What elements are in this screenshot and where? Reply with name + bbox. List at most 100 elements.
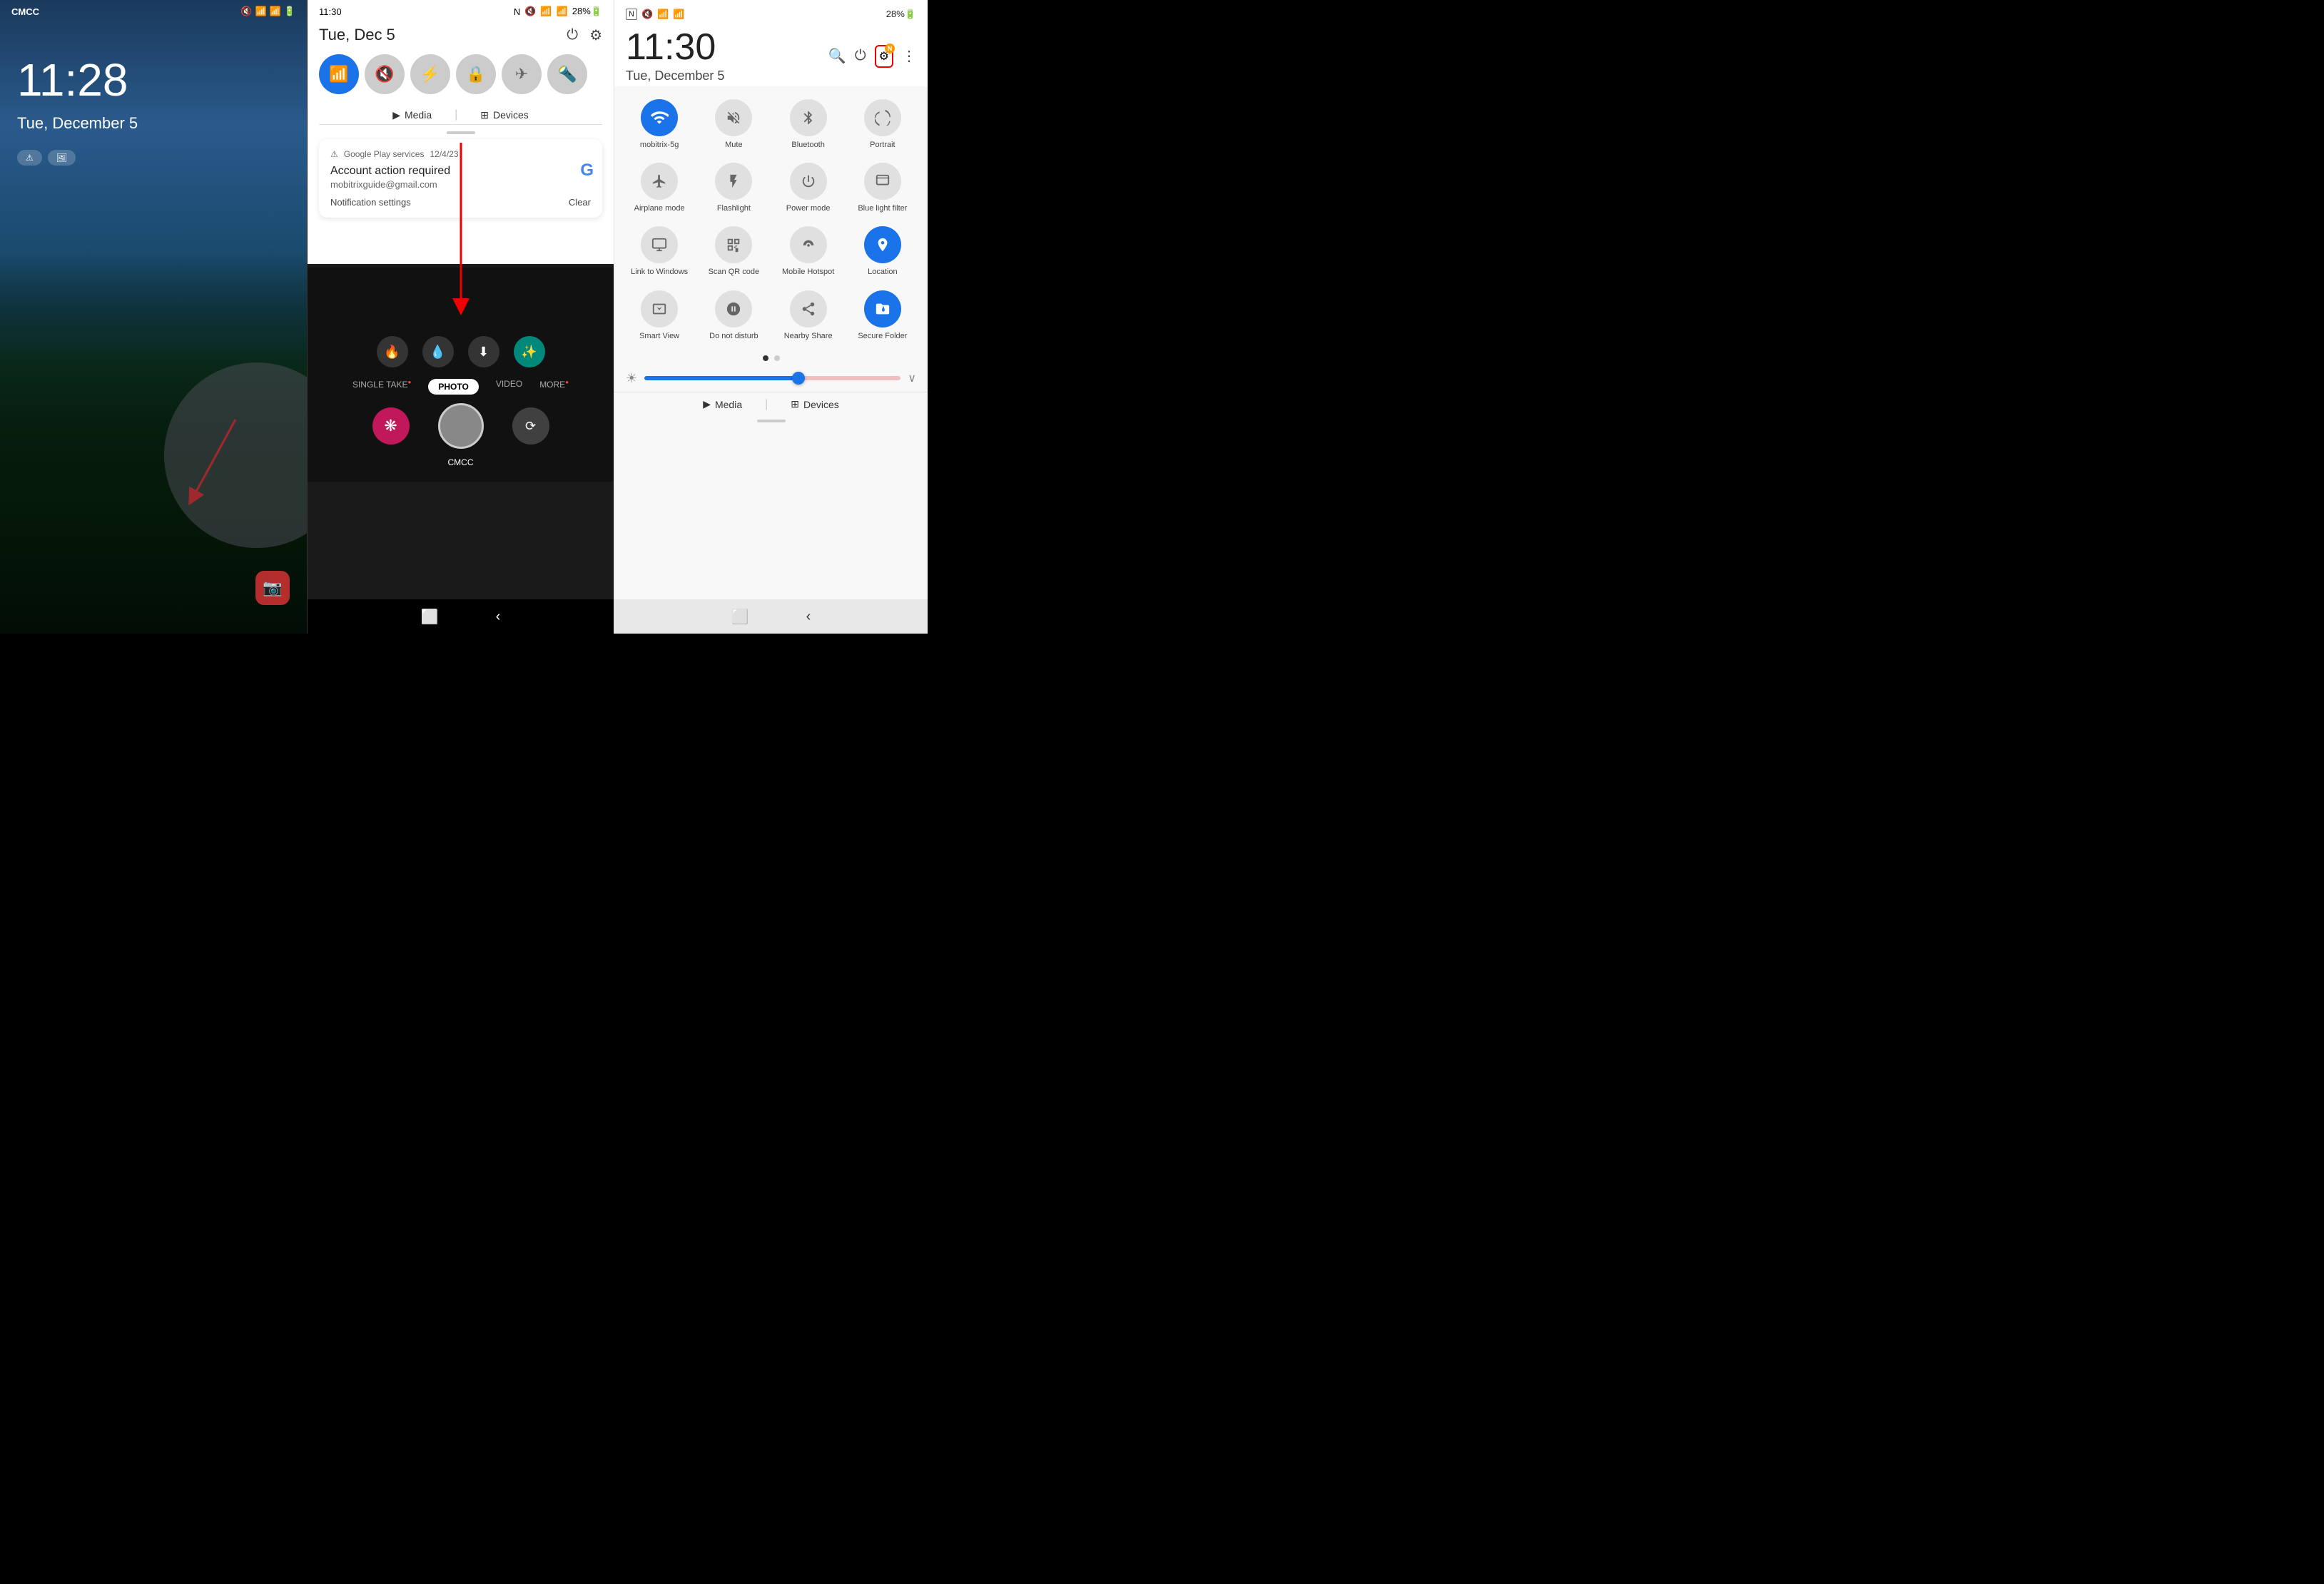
quick-tile-wifi[interactable]: 📶 <box>319 54 359 94</box>
camera-mode-video[interactable]: VIDEO <box>496 379 522 395</box>
qs-dot-1 <box>763 355 768 361</box>
lock-shortcut-alert[interactable]: ⚠ <box>17 150 42 166</box>
notif-mute-icon: 🔇 <box>524 6 536 17</box>
lock-time: 11:28 <box>17 57 128 103</box>
qs-nav-home[interactable]: ⬜ <box>731 608 749 626</box>
nav-back[interactable]: ‹ <box>496 609 501 625</box>
quick-tile-airplane[interactable]: ✈ <box>502 54 542 94</box>
qs-tile-power-mode[interactable]: Power mode <box>772 156 845 218</box>
quick-tile-mute[interactable]: 🔇 <box>365 54 405 94</box>
airplane-tile-icon: ✈ <box>515 65 528 83</box>
brightness-icon: ☀ <box>626 371 637 386</box>
lock-camera-button[interactable]: 📷 <box>255 571 290 605</box>
qs-secure-folder-icon <box>864 290 901 328</box>
notif-wifi-icon: 📶 <box>540 6 552 17</box>
qs-blue-light-icon <box>864 163 901 200</box>
qs-tile-blue-light[interactable]: Blue light filter <box>846 156 919 218</box>
brightness-thumb[interactable] <box>792 372 805 385</box>
notif-divider <box>447 131 475 134</box>
settings-icon[interactable]: ⚙ <box>589 26 602 44</box>
qs-tile-mobile-hotspot[interactable]: Mobile Hotspot <box>772 219 845 281</box>
camera-mode-more[interactable]: MORE● <box>539 379 569 395</box>
qs-tile-bluetooth[interactable]: Bluetooth <box>772 92 845 154</box>
quick-tile-portrait[interactable]: 🔒 <box>456 54 496 94</box>
portrait-tile-icon: 🔒 <box>466 65 485 83</box>
qs-tile-smart-view[interactable]: Smart View <box>623 283 696 345</box>
qs-grid-icon: ⊞ <box>791 398 799 410</box>
qs-search-icon[interactable]: 🔍 <box>828 47 846 65</box>
quick-settings-panel: N 🔇 📶 📶 28%🔋 11:30 Tue, December 5 🔍 ⏻ ⚙… <box>614 0 928 634</box>
qs-mute-label: Mute <box>725 141 742 150</box>
qs-blue-light-label: Blue light filter <box>858 204 907 213</box>
lock-shortcuts: ⚠ 🖼 <box>17 150 76 166</box>
qs-tile-scan-qr[interactable]: Scan QR code <box>697 219 770 281</box>
brightness-slider[interactable] <box>644 376 900 380</box>
camera-mode-photo[interactable]: PHOTO <box>428 379 478 395</box>
flashlight-tile-icon: 🔦 <box>557 65 577 83</box>
camera-mode-single[interactable]: SINGLE TAKE● <box>352 379 411 395</box>
qs-mute-icon <box>715 99 752 136</box>
notif-devices-button[interactable]: ⊞ Devices <box>480 109 529 121</box>
qs-more-icon[interactable]: ⋮ <box>902 47 916 65</box>
qs-tile-mute[interactable]: Mute <box>697 92 770 154</box>
brightness-expand-icon[interactable]: ∨ <box>908 371 916 385</box>
nfc-icon: N <box>514 6 520 17</box>
qs-tile-link-windows[interactable]: Link to Windows <box>623 219 696 281</box>
lock-shortcut-photo[interactable]: 🖼 <box>48 150 76 166</box>
qs-media-devices: ▶ Media | ⊞ Devices <box>614 392 928 417</box>
qs-portrait-icon <box>864 99 901 136</box>
qs-tile-flashlight[interactable]: Flashlight <box>697 156 770 218</box>
qs-dot-2 <box>774 355 780 361</box>
qs-scan-qr-label: Scan QR code <box>709 268 760 277</box>
camera-flip-button[interactable]: ⟳ <box>512 407 549 445</box>
camera-icon-4[interactable]: ✨ <box>514 336 545 367</box>
camera-icon-2[interactable]: 💧 <box>422 336 454 367</box>
qs-tile-nearby-share[interactable]: Nearby Share <box>772 283 845 345</box>
wifi-icon: 📶 <box>255 6 266 17</box>
qs-power-mode-icon <box>790 163 827 200</box>
camera-icon-3[interactable]: ⬇ <box>468 336 499 367</box>
qs-power-mode-label: Power mode <box>786 204 831 213</box>
quick-tile-flashlight[interactable]: 🔦 <box>547 54 587 94</box>
qs-scan-qr-icon <box>715 226 752 263</box>
qs-tile-dnd[interactable]: Do not disturb <box>697 283 770 345</box>
notif-date: Tue, Dec 5 <box>319 26 395 44</box>
notification-panel: 11:30 N 🔇 📶 📶 28%🔋 Tue, Dec 5 ⏻ ⚙ 📶 🔇 ⚡ … <box>307 0 614 634</box>
qs-tile-airplane[interactable]: Airplane mode <box>623 156 696 218</box>
qs-power-icon[interactable]: ⏻ <box>855 48 866 64</box>
down-arrow-annotation <box>447 143 475 321</box>
camera-filter-button[interactable]: ❋ <box>372 407 410 445</box>
power-icon[interactable]: ⏻ <box>567 27 578 44</box>
qs-secure-folder-label: Secure Folder <box>858 332 907 341</box>
camera-icon-1[interactable]: 🔥 <box>377 336 408 367</box>
qs-media-button[interactable]: ▶ Media <box>703 398 742 411</box>
qs-nearby-share-label: Nearby Share <box>784 332 833 341</box>
camera-shutter-button[interactable] <box>438 403 484 449</box>
qs-wifi-icon <box>641 99 678 136</box>
qs-settings-button[interactable]: ⚙ N <box>875 45 893 68</box>
grid-icon: ⊞ <box>480 109 489 121</box>
notif-media-button[interactable]: ▶ Media <box>392 109 432 121</box>
qs-portrait-label: Portrait <box>870 141 895 150</box>
qs-airplane-icon <box>641 163 678 200</box>
qs-nav-back[interactable]: ‹ <box>806 609 811 625</box>
qs-page-dots <box>614 351 928 365</box>
qs-smart-view-label: Smart View <box>639 332 679 341</box>
camera-controls: ❋ ⟳ <box>372 403 549 449</box>
qs-tile-location[interactable]: Location <box>846 219 919 281</box>
qs-tile-wifi[interactable]: mobitrix-5g <box>623 92 696 154</box>
drag-handle-bar <box>757 420 786 422</box>
notif-settings-link[interactable]: Notification settings <box>330 197 411 208</box>
qs-devices-button[interactable]: ⊞ Devices <box>791 398 839 411</box>
qs-flashlight-label: Flashlight <box>717 204 751 213</box>
qs-tile-portrait[interactable]: Portrait <box>846 92 919 154</box>
notif-quick-tiles: 📶 🔇 ⚡ 🔒 ✈ 🔦 <box>319 54 602 94</box>
notif-media-devices: ▶ Media | ⊞ Devices <box>319 106 602 125</box>
qs-tile-secure-folder[interactable]: Secure Folder <box>846 283 919 345</box>
qs-wifi-icon: 📶 <box>657 9 669 20</box>
notif-battery: 28%🔋 <box>572 6 602 17</box>
quick-tile-bluetooth[interactable]: ⚡ <box>410 54 450 94</box>
notif-clear-button[interactable]: Clear <box>569 197 591 208</box>
qs-battery: 28%🔋 <box>886 9 916 20</box>
nav-home[interactable]: ⬜ <box>421 608 439 626</box>
